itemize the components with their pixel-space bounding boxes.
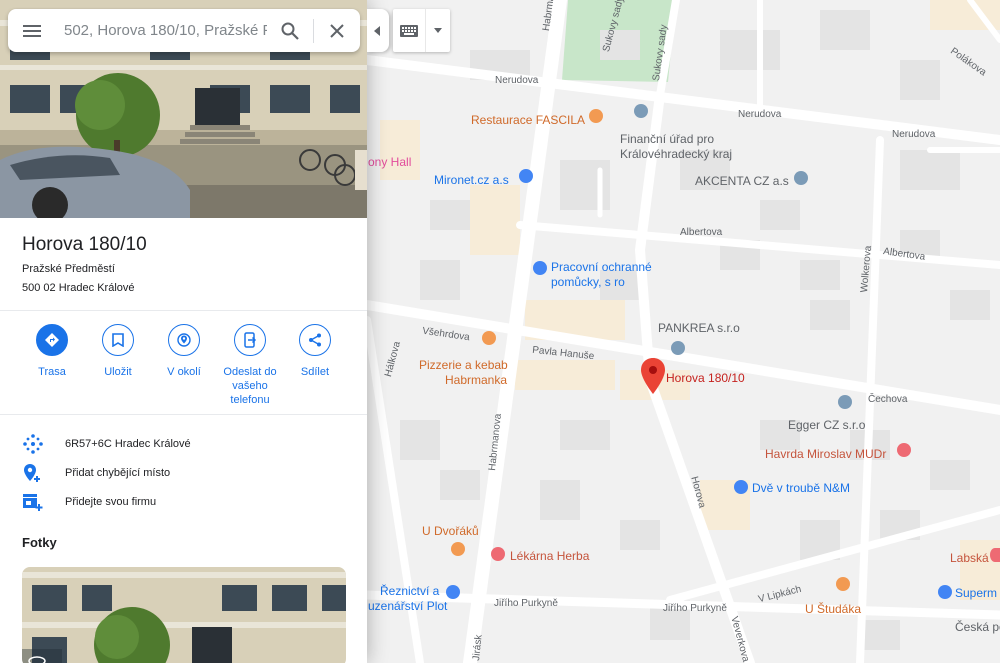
action-label: Uložit: [104, 366, 132, 378]
search-input[interactable]: 502, Horova 180/10, Pražské Před: [56, 22, 267, 39]
shopping-icon[interactable]: [519, 169, 533, 183]
keyboard-input-control[interactable]: [393, 9, 450, 52]
action-label: Trasa: [38, 366, 66, 378]
street-view-thumbnail: [22, 567, 346, 663]
dropdown-arrow-icon[interactable]: [425, 9, 450, 52]
poi-label-supermarket[interactable]: Superm: [955, 586, 997, 600]
location-icon[interactable]: [838, 395, 852, 409]
share-button[interactable]: Sdílet: [280, 324, 350, 379]
poi-label-reznictvi[interactable]: uzenářství Plot: [368, 599, 447, 613]
poi-label-havrda[interactable]: Havrda Miroslav MUDr: [765, 447, 886, 461]
restaurant-icon[interactable]: [482, 331, 496, 345]
nearby-icon: [168, 324, 200, 356]
360-view-icon: [28, 656, 46, 663]
poi-label-pizzerie[interactable]: Pizzerie a kebab: [419, 358, 508, 372]
poi-label-akcenta[interactable]: AKCENTA CZ a.s: [695, 174, 789, 188]
poi-label-lekarna[interactable]: Lékárna Herba: [510, 549, 589, 563]
restaurant-icon[interactable]: [836, 577, 850, 591]
medical-icon[interactable]: [990, 548, 1000, 562]
add-business-row[interactable]: Přidejte svou firmu: [0, 491, 367, 513]
poi-label-dve-v-troube[interactable]: Dvě v troubě N&M: [752, 481, 850, 495]
divider: [0, 414, 367, 415]
plus-code-text: 6R57+6C Hradec Králové: [65, 438, 191, 450]
action-label: Sdílet: [300, 366, 330, 378]
poi-label-pizzerie[interactable]: Habrmanka: [445, 373, 507, 387]
poi-label-financni[interactable]: Královéhradecký kraj: [620, 147, 732, 161]
poi-label-financni[interactable]: Finanční úřad pro: [620, 132, 714, 146]
menu-icon[interactable]: [8, 9, 56, 52]
poi-label-phony-hall[interactable]: ony Hall: [368, 155, 411, 169]
plus-code-icon: [0, 433, 65, 455]
shopping-icon[interactable]: [734, 480, 748, 494]
poi-label-reznictvi[interactable]: Řeznictví a: [380, 584, 439, 598]
divider: [0, 310, 367, 311]
poi-label-pracovni[interactable]: Pracovní ochranné: [551, 260, 652, 274]
action-label: Odeslat do vašeho telefonu: [223, 366, 277, 406]
street-label-jiriho-purkyne: Jiřího Purkyně: [494, 598, 558, 609]
bookmark-icon: [102, 324, 134, 356]
poi-label-labska[interactable]: Labská: [950, 551, 989, 565]
medical-icon[interactable]: [897, 443, 911, 457]
street-label-jiriho-purkyne: Jiřího Purkyně: [663, 603, 727, 614]
share-icon: [299, 324, 331, 356]
add-location-icon: [0, 463, 65, 483]
street-label-jiraskova: Jirásk: [470, 634, 485, 662]
collapse-panel-button[interactable]: [367, 9, 389, 52]
caret-left-icon: [374, 25, 380, 36]
plus-code-row[interactable]: 6R57+6C Hradec Králové: [0, 433, 367, 455]
search-box[interactable]: 502, Horova 180/10, Pražské Před: [8, 9, 360, 52]
poi-label-u-dvoraku[interactable]: U Dvořáků: [422, 524, 479, 538]
save-button[interactable]: Uložit: [83, 324, 153, 379]
keyboard-icon[interactable]: [393, 9, 425, 52]
shopping-icon[interactable]: [446, 585, 460, 599]
poi-label-u-studaka[interactable]: U Študáka: [805, 602, 861, 616]
poi-label-pankrea[interactable]: PANKREA s.r.o: [658, 321, 740, 335]
street-label-nerudova: Nerudova: [738, 109, 782, 120]
marker-label[interactable]: Horova 180/10: [666, 371, 745, 385]
poi-label-fascila[interactable]: Restaurace FASCILA: [471, 113, 585, 127]
pharmacy-icon[interactable]: [491, 547, 505, 561]
poi-label-ceska-posta[interactable]: Česká pošta,: [955, 620, 1000, 634]
location-pin-icon[interactable]: [641, 358, 665, 394]
poi-label-egger[interactable]: Egger CZ s.r.o: [788, 418, 865, 432]
nearby-button[interactable]: V okolí: [149, 324, 219, 379]
close-icon[interactable]: [314, 9, 360, 52]
add-business-icon: [0, 492, 65, 512]
poi-label-pracovni[interactable]: pomůcky, s ro: [551, 275, 625, 289]
restaurant-icon[interactable]: [451, 542, 465, 556]
street-label-nerudova: Nerudova: [495, 75, 539, 86]
government-icon[interactable]: [634, 104, 648, 118]
directions-button[interactable]: Trasa: [17, 324, 87, 379]
photos-heading: Fotky: [22, 535, 57, 550]
add-missing-place-row[interactable]: Přidat chybějící místo: [0, 462, 367, 484]
street-label-cechova: Čechova: [868, 394, 908, 405]
place-title: Horova 180/10: [22, 234, 147, 255]
action-label: V okolí: [167, 366, 201, 378]
send-to-phone-icon: [234, 324, 266, 356]
location-icon[interactable]: [671, 341, 685, 355]
add-missing-place-text: Přidat chybějící místo: [65, 467, 171, 479]
photo-thumbnail[interactable]: [22, 567, 346, 663]
location-icon[interactable]: [794, 171, 808, 185]
place-panel: Horova 180/10 Pražské Předměstí 500 02 H…: [0, 0, 367, 663]
poi-label-mironet[interactable]: Mironet.cz a.s: [434, 173, 509, 187]
street-label-nerudova: Nerudova: [892, 129, 936, 140]
address-line: Pražské Předměstí: [22, 263, 115, 275]
restaurant-icon[interactable]: [589, 109, 603, 123]
add-business-text: Přidejte svou firmu: [65, 496, 157, 508]
address-line: 500 02 Hradec Králové: [22, 282, 135, 294]
shopping-cart-icon[interactable]: [938, 585, 952, 599]
street-label-albertova: Albertova: [680, 227, 723, 238]
directions-icon: [36, 324, 68, 356]
shopping-icon[interactable]: [533, 261, 547, 275]
send-to-phone-button[interactable]: Odeslat do vašeho telefonu: [215, 324, 285, 407]
search-icon[interactable]: [267, 9, 313, 52]
